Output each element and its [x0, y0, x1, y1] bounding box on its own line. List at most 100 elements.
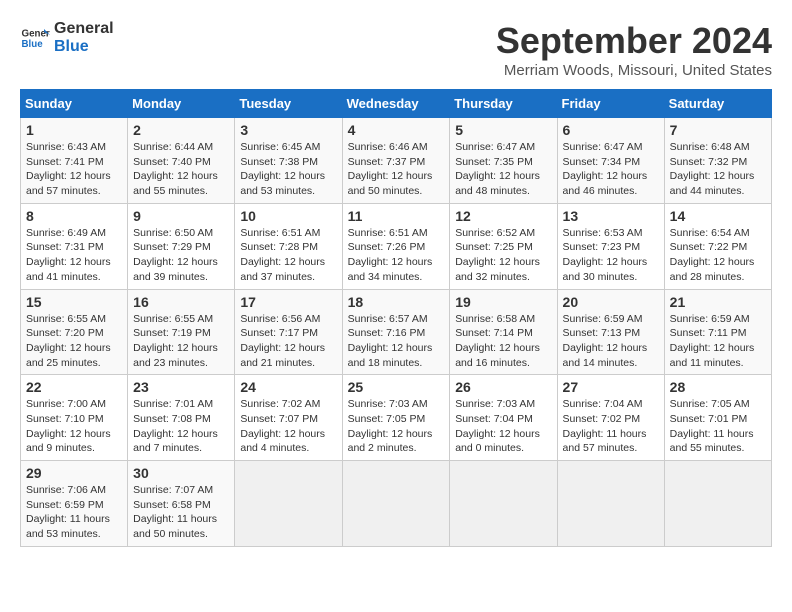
calendar-cell: 30 Sunrise: 7:07 AM Sunset: 6:58 PM Dayl…: [128, 461, 235, 547]
day-info: Sunrise: 6:57 AM Sunset: 7:16 PM Dayligh…: [348, 312, 445, 371]
logo-general: General: [54, 20, 114, 38]
calendar-cell: 7 Sunrise: 6:48 AM Sunset: 7:32 PM Dayli…: [664, 118, 771, 204]
logo-blue: Blue: [54, 38, 114, 56]
day-number: 12: [455, 208, 551, 224]
day-info: Sunrise: 6:45 AM Sunset: 7:38 PM Dayligh…: [240, 140, 336, 199]
day-info: Sunrise: 6:50 AM Sunset: 7:29 PM Dayligh…: [133, 226, 229, 285]
day-number: 1: [26, 122, 122, 138]
calendar-cell: 3 Sunrise: 6:45 AM Sunset: 7:38 PM Dayli…: [235, 118, 342, 204]
location-subtitle: Merriam Woods, Missouri, United States: [496, 62, 772, 79]
day-info: Sunrise: 7:03 AM Sunset: 7:04 PM Dayligh…: [455, 397, 551, 456]
calendar-cell: 18 Sunrise: 6:57 AM Sunset: 7:16 PM Dayl…: [342, 289, 450, 375]
col-wednesday: Wednesday: [342, 90, 450, 118]
calendar-row: 22 Sunrise: 7:00 AM Sunset: 7:10 PM Dayl…: [21, 375, 772, 461]
calendar-table: Sunday Monday Tuesday Wednesday Thursday…: [20, 89, 772, 547]
col-friday: Friday: [557, 90, 664, 118]
col-sunday: Sunday: [21, 90, 128, 118]
day-info: Sunrise: 6:47 AM Sunset: 7:35 PM Dayligh…: [455, 140, 551, 199]
day-info: Sunrise: 7:06 AM Sunset: 6:59 PM Dayligh…: [26, 483, 122, 542]
day-number: 16: [133, 294, 229, 310]
day-info: Sunrise: 6:55 AM Sunset: 7:19 PM Dayligh…: [133, 312, 229, 371]
day-number: 19: [455, 294, 551, 310]
svg-text:Blue: Blue: [22, 39, 44, 50]
day-number: 5: [455, 122, 551, 138]
day-number: 22: [26, 379, 122, 395]
day-number: 26: [455, 379, 551, 395]
calendar-row: 8 Sunrise: 6:49 AM Sunset: 7:31 PM Dayli…: [21, 203, 772, 289]
calendar-cell: 9 Sunrise: 6:50 AM Sunset: 7:29 PM Dayli…: [128, 203, 235, 289]
day-info: Sunrise: 7:05 AM Sunset: 7:01 PM Dayligh…: [670, 397, 766, 456]
day-info: Sunrise: 6:56 AM Sunset: 7:17 PM Dayligh…: [240, 312, 336, 371]
day-number: 8: [26, 208, 122, 224]
calendar-cell: 12 Sunrise: 6:52 AM Sunset: 7:25 PM Dayl…: [450, 203, 557, 289]
calendar-cell: 23 Sunrise: 7:01 AM Sunset: 7:08 PM Dayl…: [128, 375, 235, 461]
col-saturday: Saturday: [664, 90, 771, 118]
calendar-cell: 25 Sunrise: 7:03 AM Sunset: 7:05 PM Dayl…: [342, 375, 450, 461]
calendar-cell: [557, 461, 664, 547]
day-info: Sunrise: 6:48 AM Sunset: 7:32 PM Dayligh…: [670, 140, 766, 199]
day-number: 14: [670, 208, 766, 224]
day-number: 9: [133, 208, 229, 224]
day-info: Sunrise: 6:59 AM Sunset: 7:13 PM Dayligh…: [563, 312, 659, 371]
calendar-cell: 20 Sunrise: 6:59 AM Sunset: 7:13 PM Dayl…: [557, 289, 664, 375]
day-number: 29: [26, 465, 122, 481]
calendar-cell: [342, 461, 450, 547]
calendar-cell: 5 Sunrise: 6:47 AM Sunset: 7:35 PM Dayli…: [450, 118, 557, 204]
calendar-cell: 21 Sunrise: 6:59 AM Sunset: 7:11 PM Dayl…: [664, 289, 771, 375]
day-number: 18: [348, 294, 445, 310]
calendar-cell: 10 Sunrise: 6:51 AM Sunset: 7:28 PM Dayl…: [235, 203, 342, 289]
calendar-cell: [664, 461, 771, 547]
day-info: Sunrise: 6:47 AM Sunset: 7:34 PM Dayligh…: [563, 140, 659, 199]
calendar-cell: 1 Sunrise: 6:43 AM Sunset: 7:41 PM Dayli…: [21, 118, 128, 204]
col-monday: Monday: [128, 90, 235, 118]
day-number: 17: [240, 294, 336, 310]
day-info: Sunrise: 6:58 AM Sunset: 7:14 PM Dayligh…: [455, 312, 551, 371]
day-number: 15: [26, 294, 122, 310]
calendar-row: 15 Sunrise: 6:55 AM Sunset: 7:20 PM Dayl…: [21, 289, 772, 375]
day-info: Sunrise: 6:55 AM Sunset: 7:20 PM Dayligh…: [26, 312, 122, 371]
calendar-cell: 16 Sunrise: 6:55 AM Sunset: 7:19 PM Dayl…: [128, 289, 235, 375]
day-number: 24: [240, 379, 336, 395]
day-number: 4: [348, 122, 445, 138]
day-info: Sunrise: 6:54 AM Sunset: 7:22 PM Dayligh…: [670, 226, 766, 285]
calendar-cell: 26 Sunrise: 7:03 AM Sunset: 7:04 PM Dayl…: [450, 375, 557, 461]
logo-icon: General Blue: [20, 23, 50, 53]
calendar-cell: [450, 461, 557, 547]
month-title: September 2024: [496, 20, 772, 62]
calendar-row: 1 Sunrise: 6:43 AM Sunset: 7:41 PM Dayli…: [21, 118, 772, 204]
day-number: 30: [133, 465, 229, 481]
calendar-cell: 28 Sunrise: 7:05 AM Sunset: 7:01 PM Dayl…: [664, 375, 771, 461]
calendar-cell: 2 Sunrise: 6:44 AM Sunset: 7:40 PM Dayli…: [128, 118, 235, 204]
day-info: Sunrise: 6:46 AM Sunset: 7:37 PM Dayligh…: [348, 140, 445, 199]
logo: General Blue General Blue: [20, 20, 114, 55]
day-info: Sunrise: 6:59 AM Sunset: 7:11 PM Dayligh…: [670, 312, 766, 371]
calendar-cell: 4 Sunrise: 6:46 AM Sunset: 7:37 PM Dayli…: [342, 118, 450, 204]
day-info: Sunrise: 6:52 AM Sunset: 7:25 PM Dayligh…: [455, 226, 551, 285]
day-info: Sunrise: 7:04 AM Sunset: 7:02 PM Dayligh…: [563, 397, 659, 456]
calendar-cell: 22 Sunrise: 7:00 AM Sunset: 7:10 PM Dayl…: [21, 375, 128, 461]
day-number: 25: [348, 379, 445, 395]
day-number: 21: [670, 294, 766, 310]
day-number: 6: [563, 122, 659, 138]
header-row: Sunday Monday Tuesday Wednesday Thursday…: [21, 90, 772, 118]
col-tuesday: Tuesday: [235, 90, 342, 118]
calendar-row: 29 Sunrise: 7:06 AM Sunset: 6:59 PM Dayl…: [21, 461, 772, 547]
day-info: Sunrise: 7:07 AM Sunset: 6:58 PM Dayligh…: [133, 483, 229, 542]
calendar-cell: 14 Sunrise: 6:54 AM Sunset: 7:22 PM Dayl…: [664, 203, 771, 289]
day-info: Sunrise: 7:03 AM Sunset: 7:05 PM Dayligh…: [348, 397, 445, 456]
day-number: 28: [670, 379, 766, 395]
day-number: 7: [670, 122, 766, 138]
day-number: 13: [563, 208, 659, 224]
svg-text:General: General: [22, 28, 51, 39]
header: General Blue General Blue September 2024…: [20, 20, 772, 79]
day-number: 20: [563, 294, 659, 310]
day-info: Sunrise: 6:51 AM Sunset: 7:26 PM Dayligh…: [348, 226, 445, 285]
calendar-cell: [235, 461, 342, 547]
day-info: Sunrise: 7:00 AM Sunset: 7:10 PM Dayligh…: [26, 397, 122, 456]
col-thursday: Thursday: [450, 90, 557, 118]
day-info: Sunrise: 6:44 AM Sunset: 7:40 PM Dayligh…: [133, 140, 229, 199]
day-info: Sunrise: 7:01 AM Sunset: 7:08 PM Dayligh…: [133, 397, 229, 456]
day-number: 27: [563, 379, 659, 395]
day-info: Sunrise: 6:53 AM Sunset: 7:23 PM Dayligh…: [563, 226, 659, 285]
calendar-cell: 29 Sunrise: 7:06 AM Sunset: 6:59 PM Dayl…: [21, 461, 128, 547]
